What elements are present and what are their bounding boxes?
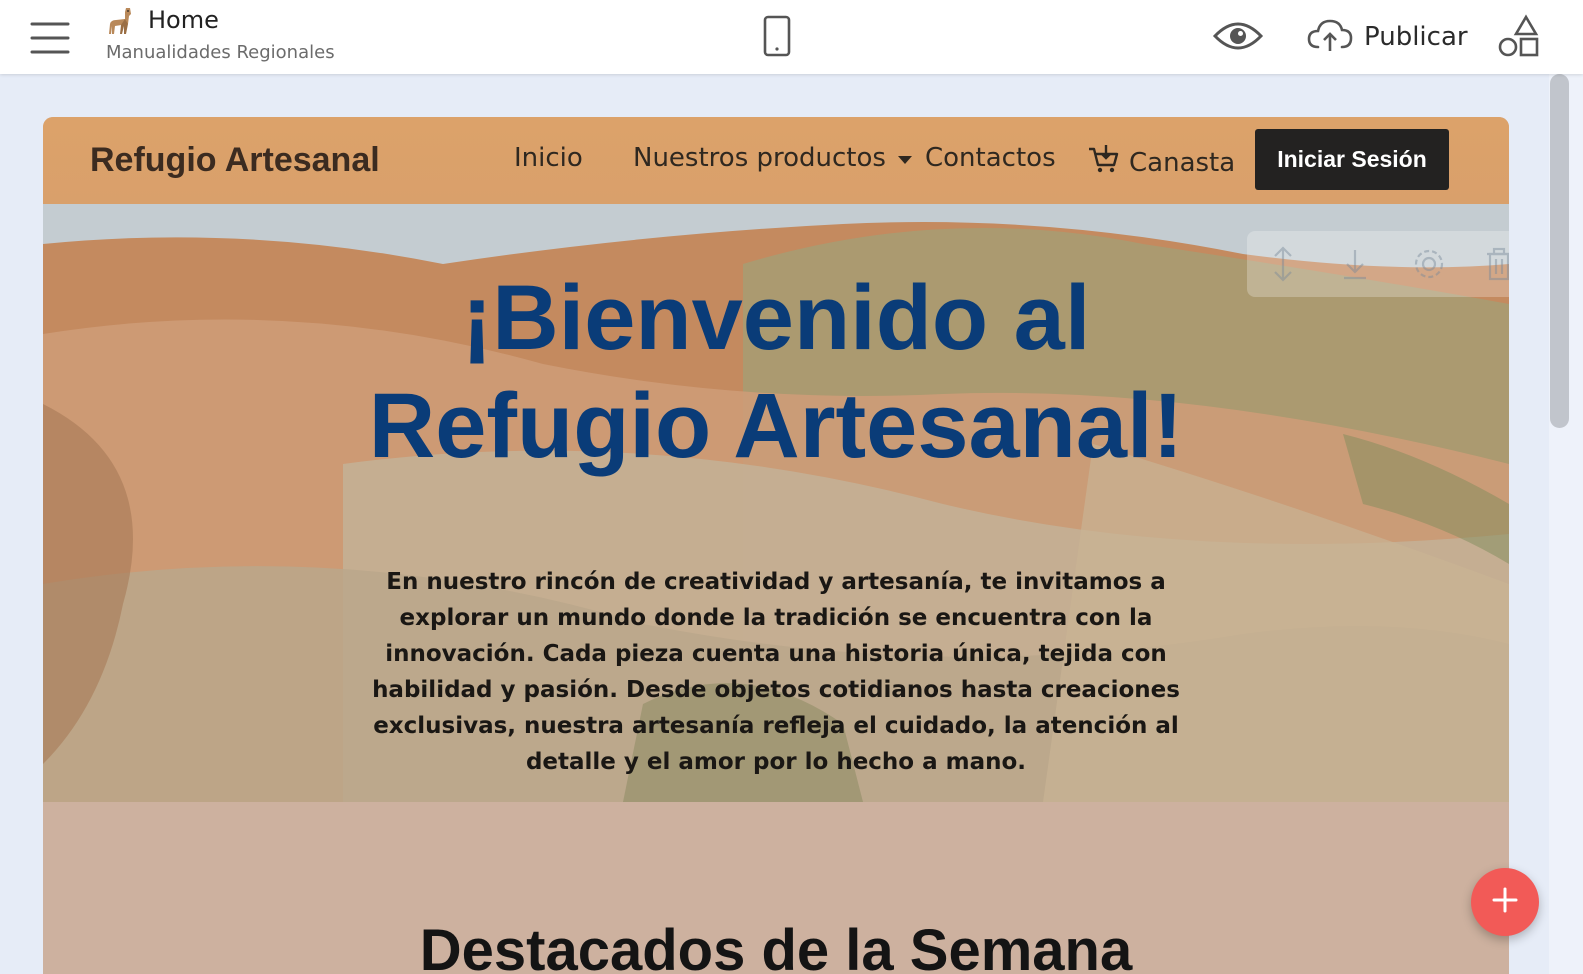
mobile-phone-icon[interactable] bbox=[760, 14, 794, 58]
plus-icon bbox=[1490, 885, 1520, 920]
nav-item-canasta[interactable]: Canasta bbox=[1087, 143, 1235, 182]
cloud-upload-icon bbox=[1306, 15, 1354, 60]
site-preview: Refugio Artesanal Inicio Nuestros produc… bbox=[43, 117, 1509, 974]
gear-icon[interactable] bbox=[1412, 246, 1444, 282]
page-title: Home bbox=[148, 6, 219, 34]
nav-item-inicio[interactable]: Inicio bbox=[514, 143, 583, 173]
hero-description: En nuestro rincón de creatividad y artes… bbox=[372, 569, 1180, 775]
trash-icon[interactable] bbox=[1484, 246, 1509, 282]
nav-item-contactos[interactable]: Contactos bbox=[925, 143, 1056, 173]
site-brand[interactable]: Refugio Artesanal bbox=[90, 141, 380, 180]
site-navbar: Refugio Artesanal Inicio Nuestros produc… bbox=[43, 117, 1509, 204]
featured-section-title: Destacados de la Semana bbox=[419, 918, 1133, 974]
cart-icon bbox=[1087, 143, 1119, 182]
editor-topbar: Home Manualidades Regionales Publicar bbox=[0, 0, 1583, 74]
publish-button[interactable]: Publicar bbox=[1306, 14, 1468, 60]
llama-icon bbox=[106, 6, 136, 38]
add-block-button[interactable] bbox=[1471, 868, 1539, 936]
eye-icon[interactable] bbox=[1212, 18, 1264, 54]
login-button[interactable]: Iniciar Sesión bbox=[1255, 129, 1449, 190]
hero-title: ¡Bienvenido al Refugio Artesanal! bbox=[243, 264, 1309, 480]
scrollbar-thumb[interactable] bbox=[1550, 74, 1569, 428]
hero-title-line1: ¡Bienvenido al bbox=[461, 267, 1091, 369]
nav-item-canasta-label: Canasta bbox=[1129, 147, 1236, 178]
move-icon[interactable] bbox=[1268, 246, 1298, 282]
download-icon[interactable] bbox=[1340, 246, 1370, 282]
hamburger-menu-icon[interactable] bbox=[26, 18, 74, 58]
hero-section: ¡Bienvenido al Refugio Artesanal! En nue… bbox=[43, 204, 1509, 802]
publish-label: Publicar bbox=[1364, 22, 1468, 52]
shapes-icon[interactable] bbox=[1494, 14, 1544, 60]
nav-item-productos[interactable]: Nuestros productos bbox=[633, 143, 914, 173]
project-name: Manualidades Regionales bbox=[106, 42, 335, 63]
nav-item-productos-label: Nuestros productos bbox=[633, 143, 886, 173]
caret-down-icon bbox=[896, 143, 914, 173]
block-toolbar bbox=[1247, 231, 1509, 297]
hero-title-line2: Refugio Artesanal! bbox=[368, 375, 1184, 477]
